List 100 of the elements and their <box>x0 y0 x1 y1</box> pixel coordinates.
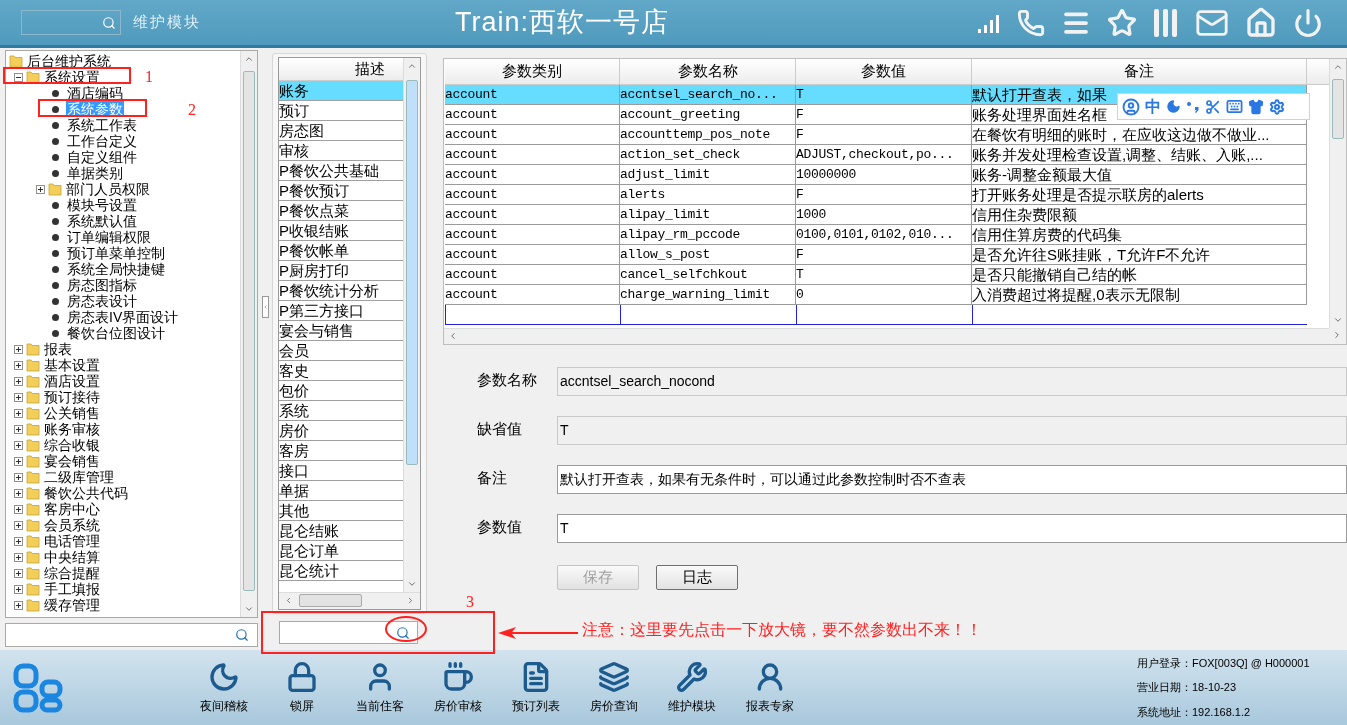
scissors-icon[interactable] <box>1205 98 1221 115</box>
table-row[interactable]: account alipay_rm_pccode 0100,0101,0102,010... 信用住算房费的代码集 <box>445 225 1307 245</box>
toolbar-button[interactable]: 维护模块 <box>653 660 731 715</box>
list-item[interactable]: 客史 <box>279 361 403 381</box>
expand-icon[interactable] <box>14 520 23 530</box>
tree-item[interactable]: 订单编辑权限 <box>66 229 152 245</box>
columns-icon[interactable] <box>1153 7 1179 38</box>
column-header[interactable]: 描述 <box>279 58 403 81</box>
table-row[interactable]: account alerts F 打开账务处理是否提示联房的alerts <box>445 185 1307 205</box>
scroll-up-icon[interactable] <box>1333 62 1343 72</box>
list-item[interactable]: P餐饮统计分析 <box>279 281 403 301</box>
toolbar-button[interactable]: 报表专家 <box>731 660 809 715</box>
tree-item[interactable]: 系统默认值 <box>66 213 138 229</box>
list-item[interactable]: P厨房打印 <box>279 261 403 281</box>
expand-icon[interactable] <box>14 344 23 354</box>
tree-item[interactable]: 中央结算 <box>43 549 101 565</box>
splitter-handle[interactable] <box>261 296 269 318</box>
expand-icon[interactable] <box>14 600 23 610</box>
column-header[interactable]: 参数名称 <box>620 59 796 84</box>
moon-icon[interactable] <box>1166 99 1181 114</box>
list-item[interactable]: P餐饮公共基础 <box>279 161 403 181</box>
expand-icon[interactable] <box>14 376 23 386</box>
tree-item[interactable]: 电话管理 <box>43 533 101 549</box>
expand-icon[interactable] <box>14 424 23 434</box>
tree-item[interactable]: 餐饮台位图设计 <box>66 325 166 341</box>
tree-item[interactable]: 综合提醒 <box>43 565 101 581</box>
list-item[interactable]: 昆仑统计 <box>279 561 403 581</box>
table-row[interactable]: account action_set_check ADJUST,checkout,po... 账务并发处理检查设置,调整、结账、入账,... <box>445 145 1307 165</box>
toolbar-button[interactable]: 当前住客 <box>341 660 419 715</box>
search-field[interactable] <box>21 10 121 35</box>
expand-icon[interactable] <box>14 504 23 514</box>
toolbar-button[interactable]: 房价审核 <box>419 660 497 715</box>
tree-item[interactable]: 单据类别 <box>66 165 124 181</box>
tree-item[interactable]: 系统全局快捷键 <box>66 261 166 277</box>
list-item[interactable]: 房价 <box>279 421 403 441</box>
scrollbar-thumb[interactable] <box>1332 79 1344 139</box>
list-item[interactable]: 单据 <box>279 481 403 501</box>
tree-item[interactable]: 综合收银 <box>43 437 101 453</box>
user-icon[interactable] <box>1122 97 1140 116</box>
star-icon[interactable] <box>1107 7 1137 38</box>
table-row[interactable]: account charge_warning_limit 0 入消费超过将提醒,0表示无限制 <box>445 285 1307 305</box>
tree-item[interactable]: 二级库管理 <box>43 469 115 485</box>
list-item[interactable]: 房态图 <box>279 121 403 141</box>
scrollbar[interactable] <box>240 51 257 617</box>
list-item[interactable]: 预订 <box>279 101 403 121</box>
tree-item[interactable]: 房态表IV界面设计 <box>66 309 180 325</box>
form-button[interactable]: 日志 <box>656 565 738 590</box>
table-row[interactable]: account cancel_selfchkout T 是否只能撤销自己结的帐 <box>445 265 1307 285</box>
scroll-down-icon[interactable] <box>1333 315 1343 325</box>
list-item[interactable]: 系统 <box>279 401 403 421</box>
tree-item[interactable]: 基本设置 <box>43 357 101 373</box>
table-row[interactable]: account alipay_limit 1000 信用住杂费限额 <box>445 205 1307 225</box>
tree-item[interactable]: 缓存管理 <box>43 597 101 613</box>
tree-item[interactable]: 公关销售 <box>43 405 101 421</box>
list-item[interactable]: 昆仑订单 <box>279 541 403 561</box>
list-item[interactable]: 账务 <box>279 81 403 101</box>
list-item[interactable]: 审核 <box>279 141 403 161</box>
scrollbar-thumb[interactable] <box>299 594 362 607</box>
expand-icon[interactable] <box>14 488 23 498</box>
list-item[interactable]: 其他 <box>279 501 403 521</box>
expand-icon[interactable] <box>14 360 23 370</box>
scroll-right-icon[interactable] <box>1332 330 1342 340</box>
scrollbar[interactable] <box>1329 59 1346 328</box>
column-header[interactable]: 参数类别 <box>445 59 620 84</box>
tree-item[interactable]: 部门人员权限 <box>65 181 151 197</box>
input-field[interactable]: T <box>557 514 1347 543</box>
tree-item[interactable]: 房态图指标 <box>66 277 138 293</box>
column-header[interactable]: 备注 <box>972 59 1307 84</box>
scroll-left-icon[interactable] <box>284 596 293 605</box>
list-item[interactable]: P收银结账 <box>279 221 403 241</box>
tree-item[interactable]: 手工填报 <box>43 581 101 597</box>
input-field[interactable]: 默认打开查表，如果有无条件时，可以通过此参数控制时否不查表 <box>557 465 1347 494</box>
table-row[interactable]: account allow_s_post F 是否允许往S账挂账，T允许F不允许 <box>445 245 1307 265</box>
search-icon[interactable] <box>235 628 249 642</box>
punctuation-icon[interactable] <box>1186 99 1200 114</box>
keyboard-icon[interactable] <box>1226 98 1243 115</box>
tree-item[interactable]: 预订接待 <box>43 389 101 405</box>
search-icon[interactable] <box>102 15 116 30</box>
tree-item[interactable]: 预订单菜单控制 <box>66 245 166 261</box>
tree-item[interactable]: 房态表设计 <box>66 293 138 309</box>
tree-item[interactable]: 酒店编码 <box>66 85 124 101</box>
tree-item[interactable]: 报表 <box>43 341 73 357</box>
tree-item[interactable]: 工作台定义 <box>66 133 138 149</box>
scroll-down-icon[interactable] <box>244 604 254 614</box>
tree-item[interactable]: 宴会销售 <box>43 453 101 469</box>
toolbar-button[interactable]: 锁屏 <box>263 660 341 715</box>
expand-icon[interactable] <box>14 392 23 402</box>
table-row[interactable]: account accounttemp_pos_note F 在餐饮有明细的账时，在应收这边做不做业... <box>445 125 1307 145</box>
tree-item[interactable]: 账务审核 <box>43 421 101 437</box>
expand-icon[interactable] <box>14 456 23 466</box>
expand-icon[interactable] <box>14 408 23 418</box>
expand-icon[interactable] <box>14 552 23 562</box>
list-item[interactable]: P餐饮点菜 <box>279 201 403 221</box>
table-row[interactable]: account adjust_limit 10000000 账务-调整金额最大值 <box>445 165 1307 185</box>
scroll-down-icon[interactable] <box>407 579 417 589</box>
horizontal-scrollbar[interactable] <box>444 328 1329 344</box>
shirt-icon[interactable] <box>1248 98 1264 115</box>
tree-item[interactable]: 餐饮公共代码 <box>43 485 129 501</box>
scroll-left-icon[interactable] <box>448 331 458 341</box>
expand-icon[interactable] <box>14 440 23 450</box>
